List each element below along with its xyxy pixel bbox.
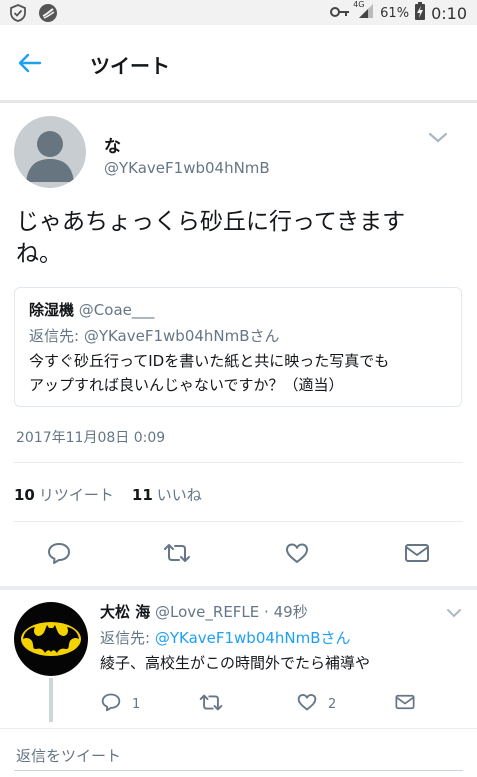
author-handle[interactable]: @YKaveF1wb04hNmB	[104, 159, 270, 177]
tweet-action-bar	[0, 540, 477, 570]
status-bar: 4G 61% 0:10	[0, 0, 477, 25]
reply-menu-button[interactable]	[444, 604, 464, 620]
quoted-text-line: アップすれば良いんじゃないですか？（適当）	[29, 376, 344, 394]
reply-to-prefix: 返信先:	[100, 629, 155, 647]
compose-underline	[14, 770, 463, 771]
envelope-icon	[394, 693, 416, 715]
retweets-count: 10	[14, 486, 35, 504]
tweet-menu-button[interactable]	[426, 130, 450, 150]
reply-author-name[interactable]: 大松 海	[100, 603, 150, 621]
reply-retweet-button[interactable]	[198, 692, 224, 716]
likes-count: 11	[131, 486, 153, 504]
like-button[interactable]	[282, 540, 312, 570]
divider	[14, 462, 463, 463]
likes-stat[interactable]: 11 いいね	[132, 484, 202, 505]
battery-percent: 61%	[380, 5, 410, 21]
envelope-icon	[403, 542, 431, 568]
reply-author-handle[interactable]: @Love_REFLE	[155, 603, 259, 621]
author-name[interactable]: な	[104, 132, 121, 157]
heart-icon	[284, 541, 310, 569]
quoted-text-line: 今すぐ砂丘行ってIDを書いた紙と共に映った写真でも	[29, 352, 390, 370]
network-type: 4G	[353, 0, 365, 9]
retweets-stat[interactable]: 10 リツイート	[14, 484, 114, 505]
quoted-author-name: 除湿機	[29, 301, 75, 319]
reply-to-line: 返信先: @YKaveF1wb04hNmBさん	[100, 627, 351, 648]
reply-author-row: 大松 海 @Love_REFLE · 49秒	[100, 601, 308, 622]
back-arrow-icon	[18, 53, 42, 77]
reply-text: 綾子、高校生がこの時間外でたら補導や	[100, 654, 371, 672]
compose-placeholder: 返信をツイート	[16, 747, 122, 765]
reply-separator: ·	[264, 603, 269, 621]
tweet-stats: 10 リツイート 11 いいね	[14, 484, 202, 505]
section-separator	[0, 586, 477, 590]
likes-label: いいね	[156, 486, 202, 504]
quoted-text: 今すぐ砂丘行ってIDを書いた紙と共に映った写真でも アップすれば良いんじゃないで…	[29, 349, 453, 397]
reply-time: 49秒	[273, 603, 308, 621]
retweet-button[interactable]	[162, 540, 192, 570]
reply-action-bar: 1 2	[0, 692, 477, 716]
heart-icon	[296, 692, 318, 716]
retweet-icon	[162, 542, 192, 568]
tweet-author-row: な @YKaveF1wb04hNmB	[0, 106, 477, 196]
key-icon	[330, 4, 350, 22]
tweet-text-line: じゃあちょっくら砂丘に行ってきます	[16, 209, 406, 235]
reply-dm-button[interactable]	[394, 692, 416, 716]
battery-charging-icon	[415, 2, 426, 24]
avatar[interactable]	[14, 116, 86, 188]
signal-icon: 4G	[353, 0, 374, 23]
tweet-timestamp: 2017年11月08日 0:09	[16, 430, 166, 446]
tweet-text: じゃあちょっくら砂丘に行ってきます ね。	[16, 206, 466, 270]
reply-like-button[interactable]: 2	[296, 692, 336, 716]
reply-avatar[interactable]	[14, 602, 88, 676]
quoted-author-handle: @Coae___	[78, 301, 155, 319]
back-button[interactable]	[12, 47, 48, 83]
chevron-down-icon	[426, 130, 450, 149]
tweet-text-line: ね。	[16, 241, 62, 267]
like-count: 2	[328, 696, 337, 712]
divider	[14, 521, 463, 522]
chevron-down-icon	[444, 604, 464, 623]
retweet-icon	[198, 693, 224, 716]
shield-check-icon	[8, 3, 28, 27]
quoted-author: 除湿機 @Coae___	[29, 299, 154, 320]
quoted-reply-to: 返信先: @YKaveF1wb04hNmBさん	[29, 327, 280, 345]
reply-icon	[100, 692, 122, 716]
app-header: ツイート	[0, 25, 477, 103]
reply-reply-button[interactable]: 1	[100, 692, 140, 716]
status-clock: 0:10	[431, 3, 467, 23]
quoted-tweet[interactable]: 除湿機 @Coae___ 返信先: @YKaveF1wb04hNmBさん 今すぐ…	[14, 287, 462, 407]
reply-to-link[interactable]: @YKaveF1wb04hNmBさん	[155, 629, 351, 647]
reply-icon	[46, 541, 72, 569]
retweets-label: リツイート	[38, 486, 114, 504]
reply-count: 1	[132, 696, 141, 712]
app-notification-icon	[38, 3, 58, 27]
page-title: ツイート	[90, 54, 170, 78]
reply-button[interactable]	[44, 540, 74, 570]
direct-message-button[interactable]	[402, 540, 432, 570]
